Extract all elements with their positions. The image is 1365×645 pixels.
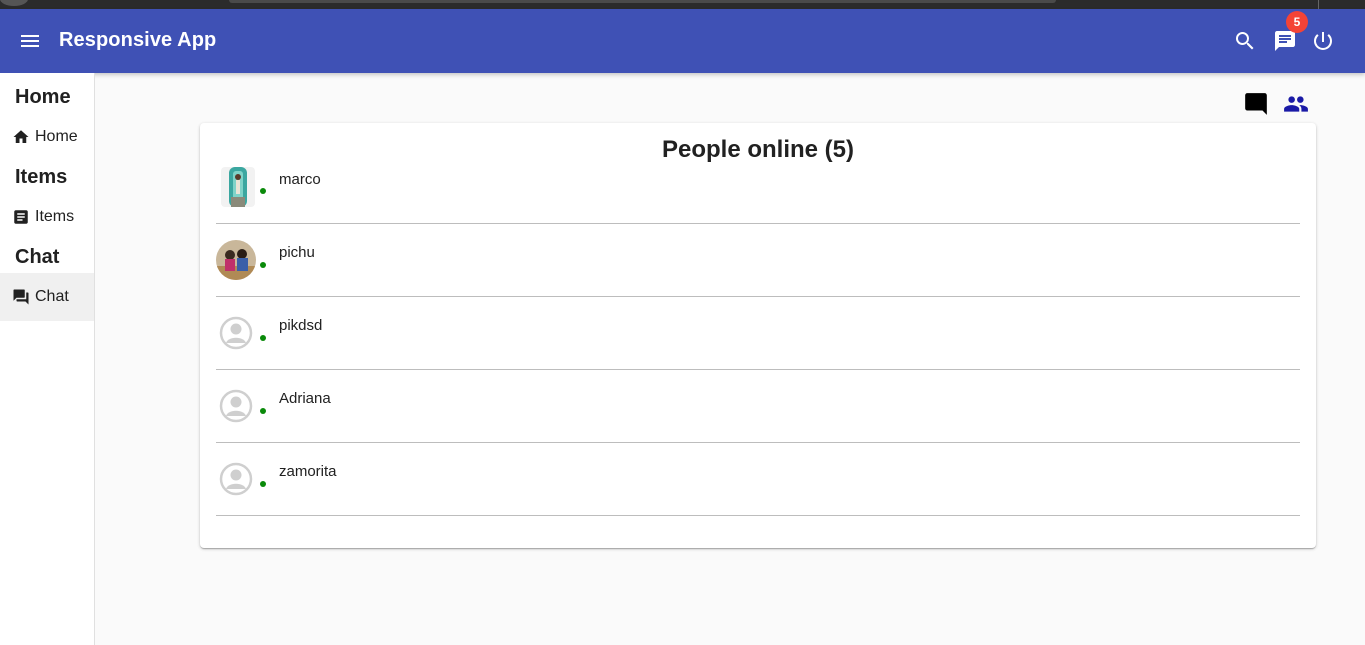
avatar (216, 240, 256, 280)
online-status-dot (260, 481, 266, 487)
app-title: Responsive App (59, 29, 217, 51)
default-avatar-icon (219, 389, 253, 423)
article-icon (14, 210, 28, 224)
search-icon (1236, 32, 1254, 50)
sidebar-item-home[interactable]: Home (0, 113, 94, 161)
sidebar: Home Home Items Items Chat Chat (0, 73, 95, 645)
avatar (216, 459, 256, 499)
notification-badge: 5 (1286, 11, 1308, 33)
logout-button[interactable] (1311, 29, 1335, 53)
username: pichu (279, 244, 315, 261)
list-item[interactable]: pikdsd (216, 297, 1300, 370)
power-icon (1314, 32, 1332, 50)
browser-address-bar[interactable] (229, 0, 1056, 3)
user-photo (221, 167, 255, 207)
sidebar-item-label: Items (35, 208, 75, 225)
home-icon (13, 130, 29, 143)
list-item[interactable]: zamorita (216, 443, 1300, 516)
default-avatar-icon (219, 462, 253, 496)
username: Adriana (279, 390, 331, 407)
username: marco (279, 171, 321, 188)
user-photo (216, 240, 256, 280)
browser-divider (1318, 0, 1319, 9)
sidebar-heading-items: Items (15, 166, 68, 188)
avatar (221, 167, 255, 207)
sidebar-heading-chat: Chat (15, 246, 60, 268)
online-status-dot (260, 188, 266, 194)
username: zamorita (279, 463, 337, 480)
default-avatar-icon (219, 316, 253, 350)
online-status-dot (260, 335, 266, 341)
menu-icon (21, 35, 39, 47)
sidebar-item-items[interactable]: Items (0, 193, 94, 241)
search-button[interactable] (1233, 29, 1257, 53)
message-icon (1245, 93, 1267, 115)
app-bar: Responsive App (0, 9, 1365, 73)
browser-tab-edge (0, 0, 28, 6)
sidebar-item-chat[interactable]: Chat (0, 273, 94, 321)
forum-icon (13, 289, 29, 305)
avatar (216, 386, 256, 426)
people-view-button[interactable] (1283, 91, 1309, 117)
people-online-card: People online (5) marco pichu pikdsd Adr… (200, 123, 1316, 548)
chat-view-button[interactable] (1243, 91, 1269, 117)
username: pikdsd (279, 317, 323, 334)
list-item[interactable]: marco (216, 151, 1300, 224)
online-status-dot (260, 262, 266, 268)
online-status-dot (260, 408, 266, 414)
people-icon (1284, 96, 1308, 112)
list-item[interactable]: Adriana (216, 370, 1300, 443)
sidebar-item-label: Home (35, 128, 78, 145)
avatar (216, 313, 256, 353)
sidebar-heading-home: Home (15, 86, 71, 108)
list-item[interactable]: pichu (216, 224, 1300, 297)
sidebar-item-label: Chat (35, 288, 69, 305)
menu-button[interactable] (18, 29, 42, 53)
browser-chrome (0, 0, 1365, 9)
